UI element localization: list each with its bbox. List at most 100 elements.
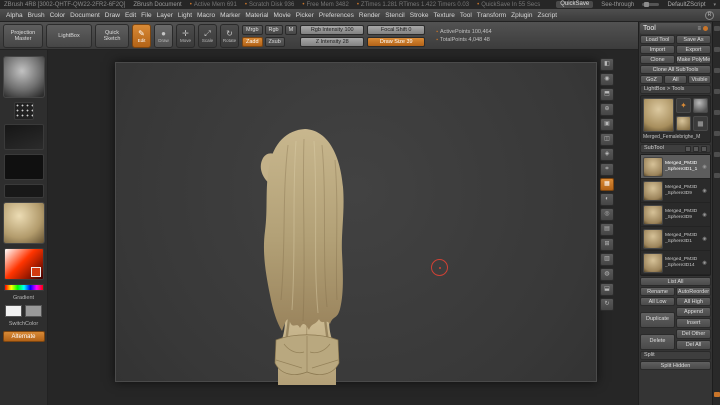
color-picker[interactable] <box>3 248 44 280</box>
make-polymesh3d-button[interactable]: Make PolyMesh3D <box>676 55 711 64</box>
move-mode-button[interactable]: ✛ Move <box>176 23 195 48</box>
scale-mode-button[interactable]: ⤢ Scale <box>198 23 217 48</box>
material-thumbnail[interactable] <box>2 202 45 244</box>
subtool-row[interactable]: Merged_PM3D_Sphere3D1_1 ◉ <box>641 155 710 179</box>
see-through-slider[interactable] <box>642 2 660 7</box>
transparency-icon[interactable]: ◐ <box>600 193 614 206</box>
z-intensity-slider[interactable]: Z Intensity 28 <box>300 36 365 47</box>
clone-button[interactable]: Clone <box>640 55 675 64</box>
lightbox-button[interactable]: LightBox <box>46 23 92 48</box>
menu-draw[interactable]: Draw <box>105 12 120 19</box>
tool-thumb-star-icon[interactable]: ✦ <box>676 98 691 113</box>
eye-icon[interactable]: ◉ <box>701 212 708 218</box>
edit-mode-button[interactable]: ✎ Edit <box>132 23 151 48</box>
all-low-button[interactable]: All Low <box>640 297 675 306</box>
eye-icon[interactable]: ◉ <box>701 236 708 242</box>
all-high-button[interactable]: All High <box>676 297 711 306</box>
menu-movie[interactable]: Movie <box>273 12 290 19</box>
switchcolor-button[interactable]: SwitchColor <box>9 321 38 327</box>
draw-size-slider[interactable]: Draw Size 39 <box>367 36 426 47</box>
bpr-render-icon[interactable]: ◧ <box>600 58 614 71</box>
del-other-button[interactable]: Del Other <box>676 329 711 339</box>
save-as-button[interactable]: Save As <box>676 35 711 44</box>
subtool-mini-icon-3[interactable] <box>701 145 707 152</box>
menu-light[interactable]: Light <box>178 12 192 19</box>
export-button[interactable]: Export <box>676 45 711 54</box>
alternate-button[interactable]: Alternate <box>2 331 45 342</box>
zoom-icon[interactable]: ⊕ <box>600 103 614 116</box>
menu-marker[interactable]: Marker <box>220 12 240 19</box>
subtool-row[interactable]: Merged_PM3D_Sphere3D14 ◉ <box>641 251 710 275</box>
hue-gradient-strip[interactable] <box>3 284 44 291</box>
split-hidden-button[interactable]: Split Hidden <box>640 361 711 370</box>
eye-icon[interactable]: ◉ <box>701 188 708 194</box>
zadd-button[interactable]: Zadd <box>242 36 263 47</box>
insert-button[interactable]: Insert <box>676 318 711 328</box>
menu-alpha[interactable]: Alpha <box>6 12 23 19</box>
menu-stroke[interactable]: Stroke <box>410 12 429 19</box>
rgb-intensity-slider[interactable]: Rgb Intensity 100 <box>300 24 365 35</box>
tray-icon[interactable] <box>713 68 720 73</box>
persp-icon[interactable]: ◈ <box>600 148 614 161</box>
lightbox-tools-header[interactable]: LightBox > Tools <box>640 85 711 94</box>
tray-icon[interactable] <box>713 131 720 136</box>
del-all-button[interactable]: Del All <box>676 340 711 350</box>
list-all-button[interactable]: List All <box>640 277 711 286</box>
scroll-icon[interactable]: ⬒ <box>600 88 614 101</box>
tool-thumb-cube-icon[interactable]: ◼ <box>693 116 708 131</box>
rgb-button[interactable]: Rgb <box>264 24 283 35</box>
tray-icon[interactable] <box>713 89 720 94</box>
mrgb-button[interactable]: Mrgb <box>242 24 263 35</box>
menu-stencil[interactable]: Stencil <box>385 12 405 19</box>
menu-transform[interactable]: Transform <box>477 12 506 19</box>
autoreorder-button[interactable]: AutoReorder <box>676 287 711 296</box>
goz-visible-button[interactable]: Visible <box>688 75 711 84</box>
subtool-row[interactable]: Merged_PM3D_Sphere3D9 ◉ <box>641 203 710 227</box>
append-button[interactable]: Append <box>676 307 711 317</box>
load-tool-button[interactable]: Load Tool <box>640 35 675 44</box>
menu-brush[interactable]: Brush <box>28 12 45 19</box>
goz-all-button[interactable]: All <box>664 75 687 84</box>
menu-edit[interactable]: Edit <box>125 12 136 19</box>
menu-material[interactable]: Material <box>245 12 268 19</box>
texture-thumbnail[interactable] <box>3 184 44 198</box>
render-mode-icon[interactable]: ◉ <box>600 73 614 86</box>
actual-size-icon[interactable]: ▣ <box>600 118 614 131</box>
tool-thumb-clay-icon[interactable] <box>676 116 691 131</box>
frame-icon[interactable]: ▥ <box>600 253 614 266</box>
tray-icon[interactable] <box>713 110 720 115</box>
menu-preferences[interactable]: Preferences <box>319 12 354 19</box>
tray-icon[interactable] <box>713 47 720 52</box>
main-color-swatch[interactable] <box>5 305 22 317</box>
split-section-header[interactable]: Split <box>640 351 711 360</box>
m-button[interactable]: M <box>284 24 298 35</box>
subtool-header[interactable]: SubTool <box>640 144 711 153</box>
tray-icon[interactable] <box>713 173 720 178</box>
scale-view-icon[interactable]: ⬓ <box>600 283 614 296</box>
stroke-thumbnail[interactable] <box>3 124 44 150</box>
zsub-button[interactable]: Zsub <box>264 36 285 47</box>
menu-file[interactable]: File <box>141 12 151 19</box>
subtool-mini-icon-1[interactable] <box>685 145 691 152</box>
active-tool-thumbnail[interactable] <box>643 98 674 132</box>
rename-button[interactable]: Rename <box>640 287 675 296</box>
goz-button[interactable]: GoZ <box>640 75 663 84</box>
zscript-dropdown[interactable]: DefaultZScript <box>667 2 705 8</box>
solo-icon[interactable]: ▤ <box>600 223 614 236</box>
alpha-thumbnail[interactable] <box>3 154 44 180</box>
delete-button[interactable]: Delete <box>640 334 675 350</box>
menu-zplugin[interactable]: Zplugin <box>511 12 532 19</box>
stroke-type-icon[interactable] <box>13 102 34 120</box>
subtool-row[interactable]: Merged_PM3D_Sphere3D9 ◉ <box>641 179 710 203</box>
xpose-icon[interactable]: ⊞ <box>600 238 614 251</box>
eye-icon[interactable]: ◉ <box>701 260 708 266</box>
floor-grid-icon[interactable]: ⌗ <box>600 163 614 176</box>
aa-half-icon[interactable]: ◫ <box>600 133 614 146</box>
polyframe-icon[interactable]: ◍ <box>600 268 614 281</box>
quick-sketch-button[interactable]: Quick Sketch <box>95 23 129 48</box>
menu-zscript[interactable]: Zscript <box>538 12 558 19</box>
secondary-color-swatch[interactable] <box>25 305 42 317</box>
rotate-view-icon[interactable]: ↻ <box>600 298 614 311</box>
menu-color[interactable]: Color <box>50 12 66 19</box>
menu-texture[interactable]: Texture <box>434 12 455 19</box>
